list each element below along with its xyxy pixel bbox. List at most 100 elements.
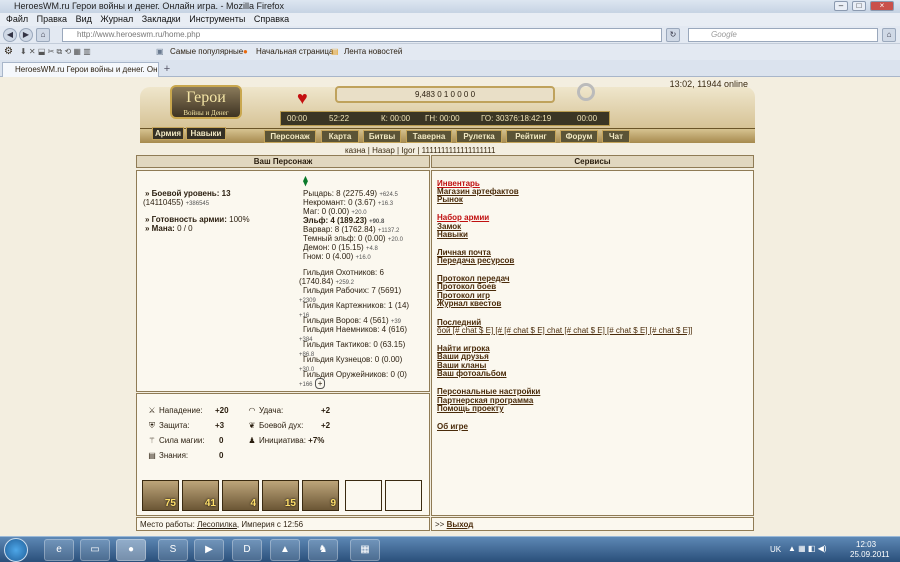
link-settings[interactable]: Персональные настройки: [437, 387, 540, 396]
link-recruit[interactable]: Набор армии: [437, 213, 489, 222]
link-help-project[interactable]: Помощь проекту: [437, 404, 504, 413]
faction-text: Демон: 0 (15.15): [303, 243, 364, 252]
nav-battles[interactable]: Битвы: [363, 130, 401, 143]
link-photo-album[interactable]: Ваш фотоальбом: [437, 369, 507, 378]
tray-time[interactable]: 12:03: [856, 540, 876, 549]
game-icon[interactable]: ♞: [308, 539, 338, 561]
close-button[interactable]: ×: [870, 1, 894, 11]
menu-help[interactable]: Справка: [254, 14, 289, 24]
menu-tools[interactable]: Инструменты: [189, 14, 245, 24]
link-battle-log[interactable]: Протокол боев: [437, 282, 496, 291]
workplace-row: Место работы: Лесопилка, Империя с 12:56: [140, 520, 303, 529]
menu-file[interactable]: Файл: [6, 14, 28, 24]
link-about[interactable]: Об игре: [437, 422, 468, 431]
explorer-icon[interactable]: ▭: [80, 539, 110, 561]
tray-date[interactable]: 25.09.2011: [850, 550, 889, 559]
defense-row: ⛨ Защита:: [147, 421, 190, 431]
bookmark-start[interactable]: Начальная страница: [256, 44, 333, 60]
minimize-button[interactable]: –: [834, 1, 848, 11]
nav-character[interactable]: Персонаж: [264, 130, 316, 143]
back-icon[interactable]: ◀: [3, 28, 17, 42]
link-friends[interactable]: Ваши друзья: [437, 352, 489, 361]
bookmark-icon: ▣: [156, 47, 164, 56]
ie-icon[interactable]: e: [44, 539, 74, 561]
forward-icon[interactable]: ▶: [19, 28, 33, 42]
maximize-button[interactable]: □: [852, 1, 866, 11]
gear-icon[interactable]: ⚙: [4, 44, 13, 60]
language-indicator[interactable]: UK: [770, 545, 781, 554]
url-bar[interactable]: http://www.heroeswm.ru/home.php: [62, 28, 662, 42]
link-skills[interactable]: Навыки: [437, 230, 468, 239]
ring-icon[interactable]: [577, 83, 595, 101]
nav-roulette[interactable]: Рулетка: [456, 130, 502, 143]
nav-map[interactable]: Карта: [321, 130, 359, 143]
nav-chat[interactable]: Чат: [602, 130, 630, 143]
expand-button[interactable]: +: [314, 378, 326, 389]
luck-label: Удача:: [259, 406, 284, 415]
army-slot-empty[interactable]: [345, 480, 382, 511]
army-slot[interactable]: 15: [262, 480, 299, 511]
timer-bar: 00:00 52:22 К: 00:00 ГН: 00:00 ГО: 30376…: [280, 111, 610, 126]
nav-tavern[interactable]: Таверна: [406, 130, 452, 143]
timer-health: 52:22: [329, 114, 350, 123]
menu-bookmarks[interactable]: Закладки: [142, 14, 181, 24]
menu-history[interactable]: Журнал: [100, 14, 133, 24]
guild-row: Гильдия Картежников: 1 (14): [303, 301, 409, 310]
sub-links[interactable]: казна | Назар | Igor | 11111111111111111…: [345, 146, 495, 155]
search-input[interactable]: Google: [688, 28, 878, 42]
faction-row: Маг: 0 (0.00) +20.0: [303, 207, 367, 216]
timer-6: 00:00: [577, 114, 598, 123]
spell-label: Сила магии:: [159, 436, 205, 445]
luck-row: ◠ Удача:: [247, 406, 284, 415]
exit-link[interactable]: Выход: [447, 520, 474, 529]
navigation-toolbar: ◀ ▶ ⌂ http://www.heroeswm.ru/home.php ↻ …: [0, 26, 900, 44]
firefox-taskbar-icon[interactable]: ●: [116, 539, 146, 561]
attack-value: +20: [215, 406, 229, 415]
link-transfer[interactable]: Передача ресурсов: [437, 256, 514, 265]
workplace-link[interactable]: Лесопилка: [197, 520, 237, 529]
bookmark-popular[interactable]: Самые популярные: [170, 44, 243, 60]
army-slot[interactable]: 4: [222, 480, 259, 511]
combat-level-row: » Боевой уровень: 13: [145, 189, 231, 198]
army-slot[interactable]: 75: [142, 480, 179, 511]
link-market[interactable]: Рынок: [437, 195, 463, 204]
tab-title: HeroesWM.ru Герои войны и денег. Он...: [15, 65, 159, 74]
tab-strip: HeroesWM.ru Герои войны и денег. Он... +: [0, 60, 900, 77]
bookmark-news[interactable]: Лента новостей: [344, 44, 402, 60]
menu-edit[interactable]: Правка: [37, 14, 67, 24]
faction-text: Рыцарь: 8 (2275.49): [303, 189, 378, 198]
reload-icon[interactable]: ↻: [666, 28, 680, 42]
start-button[interactable]: [4, 538, 28, 562]
new-tab-icon[interactable]: +: [160, 63, 174, 76]
window-icon[interactable]: ▦: [350, 539, 380, 561]
wings-icon: ❦: [248, 421, 256, 430]
skype-icon[interactable]: S: [158, 539, 188, 561]
character-panel: » Боевой уровень: 13 (14110455) +386545 …: [136, 170, 430, 392]
guild-text: Гильдия Тактиков: 0 (63.15): [303, 340, 406, 349]
army-slot[interactable]: 41: [182, 480, 219, 511]
media-player-icon[interactable]: ▶: [194, 539, 224, 561]
menu-view[interactable]: Вид: [76, 14, 92, 24]
server-clock: 13:02, 11944 online: [669, 79, 748, 89]
link-quest-log[interactable]: Журнал квестов: [437, 299, 501, 308]
game-logo[interactable]: Герои Войны и Денег: [170, 85, 242, 119]
resources-values: 9,483 0 1 0 0 0 0: [414, 90, 476, 99]
army-slot-empty[interactable]: [385, 480, 422, 511]
home-icon[interactable]: ⌂: [36, 28, 50, 42]
daemon-tools-icon[interactable]: D: [232, 539, 262, 561]
aimp-icon[interactable]: ▲: [270, 539, 300, 561]
nav-skills[interactable]: Навыки: [186, 127, 226, 140]
home-button-icon[interactable]: ⌂: [882, 28, 896, 42]
nav-army[interactable]: Армия: [152, 127, 184, 140]
army-count: 15: [284, 498, 296, 509]
heart-icon[interactable]: ♥: [297, 88, 308, 109]
nav-forum[interactable]: Форум: [560, 130, 598, 143]
exit-row: >> Выход: [435, 520, 473, 529]
nav-rating[interactable]: Рейтинг: [506, 130, 556, 143]
army-slot[interactable]: 9: [302, 480, 339, 511]
last-battles-links[interactable]: бой [# chat $ E] [# [# chat $ E] chat [#…: [437, 326, 692, 335]
tab-heroeswm[interactable]: HeroesWM.ru Герои войны и денег. Он...: [2, 62, 159, 77]
windows-taskbar: e ▭ ● S ▶ D ▲ ♞ ▦ UK ▲ ▦ ◧ ◀) 12:03 25.0…: [0, 536, 900, 562]
workplace-tail: , Империя с 12:56: [236, 520, 304, 529]
guild-text: Гильдия Рабочих: 7 (5691): [303, 286, 402, 295]
